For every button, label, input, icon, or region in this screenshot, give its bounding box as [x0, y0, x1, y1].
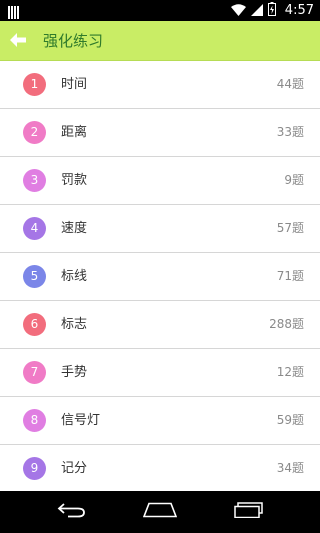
item-label: 罚款 — [61, 173, 88, 188]
page-title: 强化练习 — [43, 32, 104, 50]
item-count: 57题 — [276, 221, 304, 235]
number-badge: 8 — [23, 409, 46, 432]
number-badge: 1 — [23, 73, 46, 96]
list-item[interactable]: 9 记分 34题 — [0, 445, 320, 491]
action-bar: 强化练习 — [0, 21, 320, 61]
category-list: 1 时间 44题 2 距离 33题 3 罚款 9题 4 速度 57题 5 标线 71题 6 标志 288题 7 手势 1… — [0, 61, 320, 491]
list-item[interactable]: 2 距离 33题 — [0, 109, 320, 157]
item-label: 信号灯 — [61, 413, 101, 428]
nav-back-button[interactable] — [41, 491, 101, 533]
signal-icon — [250, 1, 263, 20]
number-badge: 9 — [23, 457, 46, 480]
list-item[interactable]: 5 标线 71题 — [0, 253, 320, 301]
screen: 4:57 强化练习 1 时间 44题 2 距离 33题 3 罚款 9题 4 速度 57题 5 标线 71题 6… — [0, 0, 320, 533]
item-label: 标志 — [61, 317, 88, 332]
list-item[interactable]: 6 标志 288题 — [0, 301, 320, 349]
status-icons: 4:57 — [230, 1, 314, 20]
wifi-icon — [230, 1, 246, 20]
status-bar: 4:57 — [0, 0, 320, 21]
item-label: 标线 — [61, 269, 88, 284]
list-item[interactable]: 4 速度 57题 — [0, 205, 320, 253]
number-badge: 5 — [23, 265, 46, 288]
item-label: 手势 — [61, 365, 88, 380]
item-label: 记分 — [61, 461, 88, 476]
recents-nav-icon — [233, 502, 265, 522]
item-count: 33题 — [276, 125, 304, 139]
number-badge: 7 — [23, 361, 46, 384]
list-item[interactable]: 1 时间 44题 — [0, 61, 320, 109]
nav-bar — [0, 491, 320, 533]
item-count: 34题 — [276, 461, 304, 475]
list-item[interactable]: 3 罚款 9题 — [0, 157, 320, 205]
item-count: 288题 — [269, 317, 304, 331]
number-badge: 4 — [23, 217, 46, 240]
notification-icon — [8, 4, 20, 19]
number-badge: 6 — [23, 313, 46, 336]
nav-recents-button[interactable] — [219, 491, 279, 533]
battery-icon — [267, 1, 276, 20]
item-count: 59题 — [276, 413, 304, 427]
item-label: 时间 — [61, 77, 88, 92]
item-label: 距离 — [61, 125, 88, 140]
item-count: 71题 — [276, 269, 304, 283]
nav-home-button[interactable] — [130, 491, 190, 533]
item-count: 12题 — [276, 365, 304, 379]
item-label: 速度 — [61, 221, 88, 236]
status-time: 4:57 — [284, 3, 314, 18]
list-item[interactable]: 7 手势 12题 — [0, 349, 320, 397]
home-nav-icon — [142, 502, 178, 522]
list-item[interactable]: 8 信号灯 59题 — [0, 397, 320, 445]
number-badge: 3 — [23, 169, 46, 192]
back-nav-icon — [56, 502, 86, 522]
back-button[interactable] — [0, 21, 36, 61]
back-arrow-icon — [10, 32, 26, 51]
number-badge: 2 — [23, 121, 46, 144]
item-count: 44题 — [276, 77, 304, 91]
item-count: 9题 — [284, 173, 304, 187]
